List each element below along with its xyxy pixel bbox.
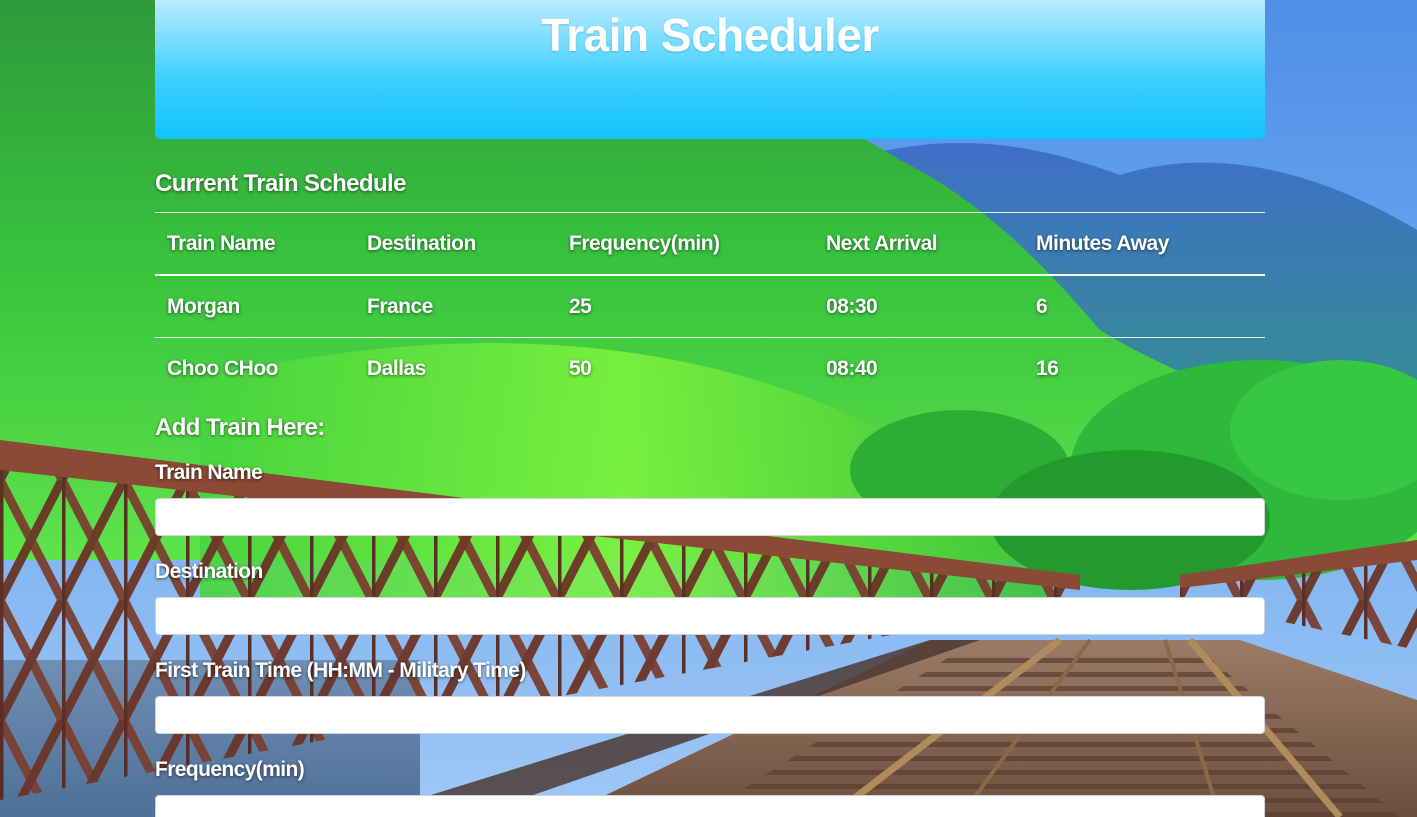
form-group-frequency: Frequency(min) — [155, 755, 1265, 817]
cell-train-name: Choo CHoo — [155, 337, 355, 399]
cell-train-name: Morgan — [155, 274, 355, 338]
cell-next-arrival: 08:40 — [814, 337, 1024, 399]
destination-input[interactable] — [155, 597, 1265, 635]
table-row: Morgan France 25 08:30 6 — [155, 274, 1265, 338]
cell-next-arrival: 08:30 — [814, 274, 1024, 338]
column-header-next-arrival: Next Arrival — [814, 212, 1024, 276]
cell-frequency: 25 — [557, 274, 814, 338]
header-banner: Train Scheduler — [155, 0, 1265, 139]
cell-minutes-away: 6 — [1024, 274, 1265, 338]
main-container: Train Scheduler Current Train Schedule T… — [155, 0, 1265, 817]
frequency-input[interactable] — [155, 795, 1265, 817]
column-header-frequency: Frequency(min) — [557, 212, 814, 276]
column-header-destination: Destination — [355, 212, 557, 276]
cell-destination: Dallas — [355, 337, 557, 399]
form-group-first-train-time: First Train Time (HH:MM - Military Time) — [155, 656, 1265, 734]
cell-frequency: 50 — [557, 337, 814, 399]
first-train-time-input[interactable] — [155, 696, 1265, 734]
form-group-destination: Destination — [155, 557, 1265, 635]
table-row: Choo CHoo Dallas 50 08:40 16 — [155, 337, 1265, 399]
first-train-time-label: First Train Time (HH:MM - Military Time) — [155, 659, 526, 682]
train-name-label: Train Name — [155, 461, 263, 484]
destination-label: Destination — [155, 560, 263, 583]
column-header-train-name: Train Name — [155, 212, 355, 276]
frequency-label: Frequency(min) — [155, 758, 305, 781]
schedule-title: Current Train Schedule — [155, 170, 406, 197]
add-train-title: Add Train Here: — [155, 414, 325, 441]
train-schedule-table: Train Name Destination Frequency(min) Ne… — [155, 212, 1265, 399]
form-group-train-name: Train Name — [155, 458, 1265, 536]
column-header-minutes-away: Minutes Away — [1024, 212, 1265, 276]
cell-minutes-away: 16 — [1024, 337, 1265, 399]
train-name-input[interactable] — [155, 498, 1265, 536]
page-title: Train Scheduler — [541, 9, 879, 61]
table-header-row: Train Name Destination Frequency(min) Ne… — [155, 212, 1265, 276]
cell-destination: France — [355, 274, 557, 338]
